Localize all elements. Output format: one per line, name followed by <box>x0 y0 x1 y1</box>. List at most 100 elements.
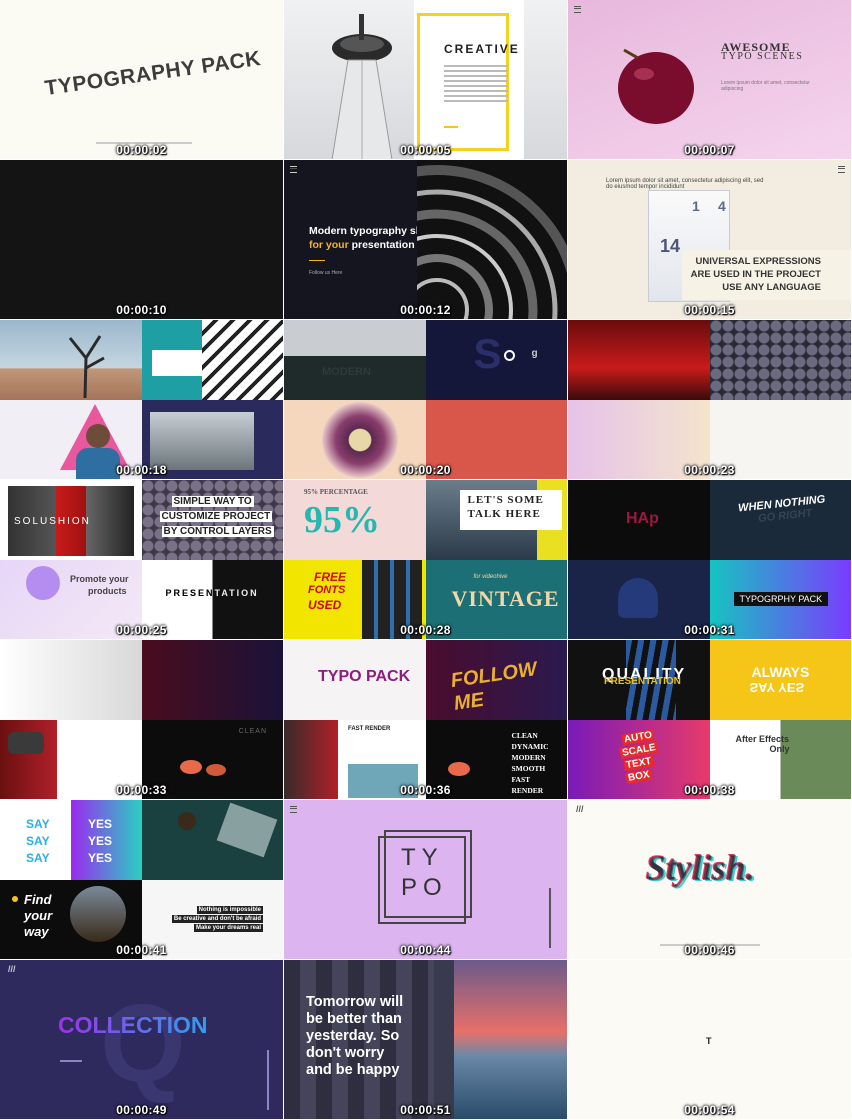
dark-red-gradient <box>141 640 283 720</box>
expression-line-3: USE ANY LANGUAGE <box>722 282 821 293</box>
thumb-awesome-typo[interactable]: AWESOME TYPO SCENES Lorem ipsum dolor si… <box>568 0 852 160</box>
word-fast: FAST <box>511 774 531 784</box>
menu-icon[interactable] <box>838 166 845 173</box>
yes-1: YES <box>88 817 113 831</box>
timestamp: 00:00:07 <box>684 143 735 157</box>
sunset-image <box>454 960 567 1119</box>
percentage-value: 95% <box>304 499 380 541</box>
space-needle-image <box>331 14 393 159</box>
timestamp: 00:00:10 <box>116 303 167 317</box>
menu-icon[interactable] <box>574 6 581 13</box>
thumb-quad-16[interactable]: SAY SAY SAY YES YES YES Find your way No… <box>0 800 284 960</box>
say-yes-scene: SAY SAY SAY YES YES YES <box>0 800 142 880</box>
typo-pack-word: TYPO PACK <box>318 668 411 685</box>
slash-icon: /// <box>576 804 584 814</box>
building-image <box>141 320 283 400</box>
flamingo-2 <box>205 763 226 776</box>
building-stripes <box>201 320 283 400</box>
thumb-universal[interactable]: 1 4 14 Lorem ipsum dolor sit amet, conse… <box>568 160 852 320</box>
tomorrow-line-2: be better than <box>306 1011 402 1027</box>
thumb-quad-9[interactable]: 00:00:23 <box>568 320 852 480</box>
simple-way-scene: SIMPLE WAY TO CUSTOMIZE PROJECT BY CONTR… <box>141 480 283 560</box>
thumb-modern-typography[interactable]: Modern typography slides project for you… <box>284 160 568 320</box>
body-lines <box>444 62 508 105</box>
solushion-word: SOLUSHION <box>14 516 91 527</box>
say-2: SAY <box>26 834 50 848</box>
note-1: Nothing is impossible <box>196 905 263 914</box>
dot <box>503 350 515 361</box>
percentage-label: 95% PERCENTAGE <box>304 488 368 496</box>
tomorrow-line-3: yesterday. So <box>306 1028 400 1044</box>
word-smooth: SMOOTH <box>511 763 546 773</box>
thumb-typo[interactable]: TY PO 00:00:44 <box>284 800 568 960</box>
pack-label: TYPOGRPHY PACK <box>733 591 829 606</box>
always-word: ALWAYS <box>751 664 810 680</box>
say-3: SAY <box>26 851 50 865</box>
solushion-scene: SOLUSHION <box>0 480 142 560</box>
talk-line-1: LET'S SOME <box>467 494 544 506</box>
promote-circle <box>26 565 60 600</box>
say-1: SAY <box>26 817 50 831</box>
word-modern: MODERN <box>511 752 546 762</box>
thumb-creative[interactable]: CREATIVE 00:00:05 <box>284 0 568 160</box>
thumb-quad-15[interactable]: QUALITY PRESENTATION ALWAYS SAY YES AUTO… <box>568 640 852 800</box>
free-line-1: FREE <box>314 569 347 584</box>
note-2: Be creative and don't be afraid <box>171 914 263 923</box>
timestamp: 00:00:54 <box>684 1103 735 1117</box>
thumb-quad-7[interactable]: 00:00:18 <box>0 320 284 480</box>
tree-shape <box>68 335 105 398</box>
laptop-shape <box>216 802 277 858</box>
headline-accent-2: for your <box>309 239 352 251</box>
free-line-3: USED <box>308 597 342 612</box>
apple-image <box>618 48 694 124</box>
timestamp: 00:00:36 <box>400 783 451 797</box>
thumb-quad-11[interactable]: 95% PERCENTAGE 95% LET'S SOME TALK HERE … <box>284 480 568 640</box>
thumb-typography-pack[interactable]: TYPOGRAPHY PACK 00:00:02 <box>0 0 284 160</box>
collection-sub <box>60 1060 82 1062</box>
note-3: Make your dreams real <box>193 923 263 932</box>
say-yes-word: SAY YES <box>749 680 805 695</box>
clean-word: CLEAN <box>238 727 267 735</box>
typo-scenes-line: TYPO SCENES <box>721 51 804 62</box>
follow-me-scene: FOLLOW ME <box>425 640 567 720</box>
promote-line-1: Promote your <box>70 573 129 584</box>
cup-shape <box>177 812 196 830</box>
small-letter: g <box>531 348 538 359</box>
word-dynamic: DYNAMIC <box>511 741 549 751</box>
find-circle <box>70 885 126 942</box>
desert-tree-image <box>0 320 142 400</box>
hap-word: HAp <box>626 510 659 527</box>
thumb-quad-8[interactable]: MODERN S g 00:00:20 <box>284 320 568 480</box>
menu-icon[interactable] <box>290 166 297 173</box>
follow-text: Follow us Here <box>309 270 343 276</box>
tower-number-14: 14 <box>660 236 681 256</box>
thumb-stylish[interactable]: /// Stylish. Stylish. Stylish. 00:00:46 <box>568 800 852 960</box>
stylish-word-dark: Stylish. <box>646 848 756 888</box>
always-scene: ALWAYS SAY YES <box>709 640 851 720</box>
tomorrow-text: Tomorrow will be better than yesterday. … <box>306 994 403 1079</box>
thumb-letter-t[interactable]: T 00:00:54 <box>568 960 852 1120</box>
percentage-scene: 95% PERCENTAGE 95% <box>284 480 426 560</box>
render-word-list: CLEAN DYNAMIC MODERN SMOOTH FAST RENDER <box>512 730 549 796</box>
tomorrow-line-1: Tomorrow will <box>306 994 404 1010</box>
thumb-black[interactable]: 00:00:10 <box>0 160 284 320</box>
expression-line-2: ARE USED IN THE PROJECT <box>690 269 821 280</box>
timestamp: 00:00:44 <box>400 943 451 957</box>
timestamp: 00:00:23 <box>684 463 735 477</box>
modern-scene: MODERN <box>284 320 426 400</box>
thumb-quad-12[interactable]: HAp WHEN NOTHING GO RIGHT TYPOGRPHY PACK… <box>568 480 852 640</box>
menu-icon[interactable] <box>290 806 297 813</box>
thumb-quad-13[interactable]: CLEAN 00:00:33 <box>0 640 284 800</box>
side-text <box>549 888 551 948</box>
thumb-quad-14[interactable]: TYPO PACK FOLLOW ME FAST RENDER CLEAN DY… <box>284 640 568 800</box>
timestamp: 00:00:49 <box>116 1103 167 1117</box>
find-line-3: way <box>24 923 49 939</box>
thumb-collection[interactable]: /// Q COLLECTION 00:00:49 <box>0 960 284 1120</box>
thumb-quad-10[interactable]: SOLUSHION SIMPLE WAY TO CUSTOMIZE PROJEC… <box>0 480 284 640</box>
body-text: Lorem ipsum dolor sit amet, consectetur … <box>721 80 810 92</box>
side-line <box>267 1050 269 1110</box>
letter-s-scene: S g <box>425 320 567 400</box>
timestamp: 00:00:33 <box>116 783 167 797</box>
typo-line-1: TY <box>401 844 444 871</box>
thumb-tomorrow[interactable]: Tomorrow will be better than yesterday. … <box>284 960 568 1120</box>
